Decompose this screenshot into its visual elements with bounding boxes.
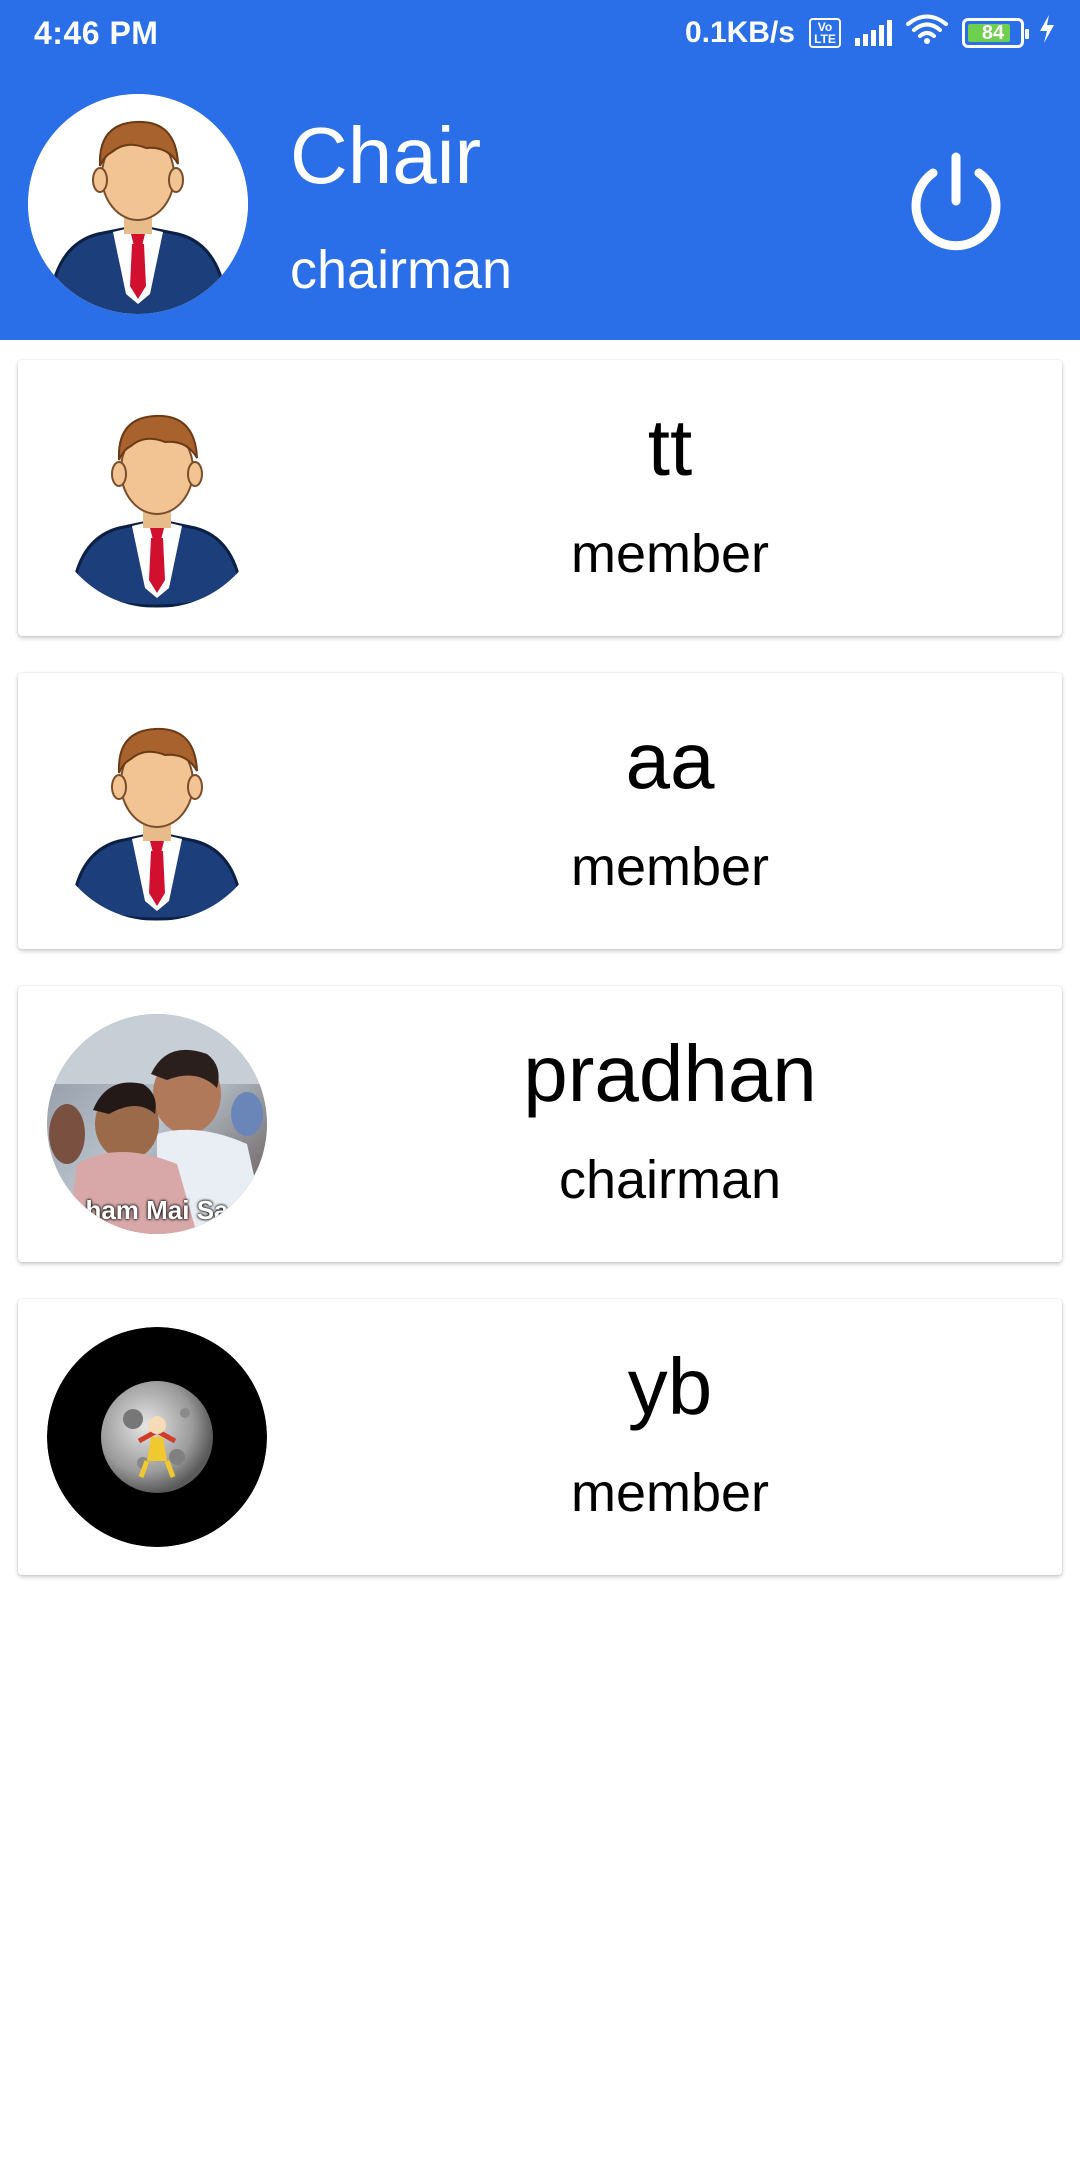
volte-bottom-label: LTE <box>814 32 836 46</box>
businessman-avatar-icon <box>47 388 267 608</box>
member-card[interactable]: aa member <box>18 673 1062 949</box>
member-name: tt <box>647 403 693 492</box>
photo-avatar: ham Mai Sa <box>47 1014 267 1234</box>
battery-level: 84 <box>981 21 1005 44</box>
member-role: member <box>570 524 770 584</box>
member-role: member <box>570 837 770 897</box>
wifi-icon <box>906 13 948 53</box>
member-name: pradhan <box>523 1029 817 1118</box>
profile-header: Chair chairman <box>0 66 1080 340</box>
member-name: yb <box>627 1342 713 1431</box>
network-speed: 0.1KB/s <box>684 16 795 49</box>
user-role: chairman <box>290 240 513 300</box>
member-name: aa <box>625 716 715 805</box>
member-role: chairman <box>558 1150 782 1210</box>
businessman-avatar-icon <box>47 701 267 921</box>
user-name: Chair <box>290 111 482 200</box>
member-card[interactable]: yb member <box>18 1299 1062 1575</box>
app-root: 4:46 PM 0.1KB/s Vo LTE 84 Chair chairman… <box>0 0 1080 2160</box>
businessman-avatar-icon[interactable] <box>28 94 248 314</box>
volte-icon: Vo LTE <box>809 18 841 48</box>
signal-icon <box>855 20 892 46</box>
member-role: member <box>570 1463 770 1523</box>
status-time: 4:46 PM <box>34 14 159 51</box>
moon-avatar <box>47 1327 267 1547</box>
battery-icon: 84 <box>962 18 1029 48</box>
power-icon <box>911 152 1001 251</box>
status-bar: 4:46 PM 0.1KB/s Vo LTE 84 <box>0 0 1080 66</box>
photo-caption: ham Mai Sa <box>85 1195 229 1225</box>
charging-icon <box>1038 14 1056 52</box>
power-button[interactable] <box>898 142 1014 258</box>
member-card[interactable]: ham Mai Sa pradhan chairman <box>18 986 1062 1262</box>
member-card[interactable]: tt member <box>18 360 1062 636</box>
status-icons: 0.1KB/s Vo LTE 84 <box>685 13 1056 53</box>
